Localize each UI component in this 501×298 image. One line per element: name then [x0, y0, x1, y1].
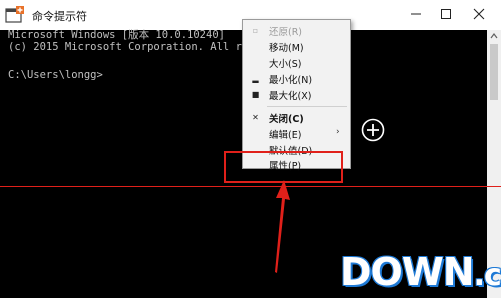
cmd-icon[interactable] [5, 5, 25, 25]
system-context-menu: ▫ 还原(R) 移动(M) 大小(S) ▂ 最小化(N) ■ 最大化(X) ✕ … [242, 19, 351, 172]
window-title: 命令提示符 [32, 10, 87, 23]
annotation-line [0, 186, 501, 187]
scroll-thumb[interactable] [490, 44, 498, 100]
minimize-button[interactable] [403, 4, 429, 24]
close-button[interactable] [466, 4, 492, 24]
watermark-logo: DOWN.cc [340, 250, 501, 294]
console-prompt: C:\Users\longg> [8, 69, 103, 81]
submenu-arrow-icon: › [336, 127, 340, 137]
minimize-icon: ▂ [252, 74, 259, 83]
menu-item-minimize[interactable]: ▂ 最小化(N) [243, 71, 350, 87]
menu-item-maximize[interactable]: ■ 最大化(X) [243, 87, 350, 103]
menu-item-size[interactable]: 大小(S) [243, 55, 350, 71]
scroll-up-arrow-icon[interactable] [487, 30, 501, 42]
menu-item-edit[interactable]: 编辑(E) › [243, 126, 350, 142]
menu-item-move[interactable]: 移动(M) [243, 39, 350, 55]
menu-item-restore[interactable]: ▫ 还原(R) [243, 23, 350, 39]
annotation-arrow-icon [275, 180, 290, 273]
menu-item-close[interactable]: ✕ 关闭(C) [243, 110, 350, 126]
menu-separator [267, 106, 347, 107]
restore-icon: ▫ [252, 26, 259, 35]
console-line: Microsoft Windows [版本 10.0.10240] [8, 29, 225, 41]
close-icon: ✕ [252, 113, 259, 122]
maximize-button[interactable] [433, 4, 459, 24]
maximize-icon: ■ [251, 90, 260, 99]
move-cursor-icon [361, 118, 385, 142]
